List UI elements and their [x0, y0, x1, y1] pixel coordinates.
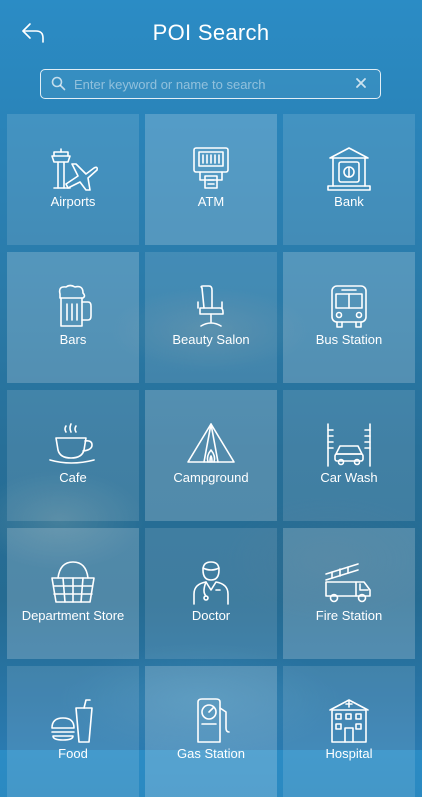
category-label: Department Store — [21, 608, 125, 623]
category-label: Bars — [59, 332, 87, 347]
category-tile-gas-station[interactable]: Gas Station — [145, 666, 277, 797]
app-header: POI Search — [0, 0, 422, 66]
category-tile-beauty-salon[interactable]: Beauty Salon — [145, 252, 277, 383]
category-tile-hospital[interactable]: Hospital — [283, 666, 415, 797]
category-label: Bus Station — [315, 332, 383, 347]
category-label: Hospital — [325, 746, 373, 761]
category-tile-food[interactable]: Food — [7, 666, 139, 797]
category-label: Doctor — [191, 608, 231, 623]
search-bar[interactable] — [40, 69, 381, 99]
close-icon[interactable] — [354, 76, 368, 90]
tent-icon — [187, 423, 235, 463]
bank-icon — [327, 147, 371, 191]
category-label: Campground — [173, 470, 249, 485]
category-label: Car Wash — [320, 470, 378, 485]
category-label: Fire Station — [315, 608, 383, 623]
category-tile-airports[interactable]: Airports — [7, 114, 139, 245]
category-tile-fire-station[interactable]: Fire Station — [283, 528, 415, 659]
salon-chair-icon — [197, 285, 224, 327]
bus-icon — [331, 285, 367, 328]
category-tile-doctor[interactable]: Doctor — [145, 528, 277, 659]
category-tile-campground[interactable]: Campground — [145, 390, 277, 521]
airport-icon — [51, 148, 98, 191]
category-label: Bank — [334, 194, 364, 209]
doctor-icon — [193, 561, 229, 605]
hospital-icon — [329, 699, 369, 743]
category-label: ATM — [197, 194, 225, 209]
fast-food-icon — [51, 699, 93, 743]
atm-icon — [193, 147, 229, 189]
category-tile-bars[interactable]: Bars — [7, 252, 139, 383]
category-tile-bank[interactable]: Bank — [283, 114, 415, 245]
coffee-cup-icon — [49, 423, 95, 464]
car-wash-icon — [327, 423, 371, 467]
back-button[interactable] — [18, 20, 48, 48]
category-label: Food — [58, 746, 88, 761]
category-tile-car-wash[interactable]: Car Wash — [283, 390, 415, 521]
fuel-pump-icon — [197, 698, 230, 743]
search-input[interactable] — [74, 72, 344, 96]
category-label: Gas Station — [177, 746, 245, 761]
page-title: POI Search — [152, 20, 270, 45]
category-label: Cafe — [59, 470, 87, 485]
fire-truck-icon — [325, 563, 371, 603]
beer-mug-icon — [58, 284, 92, 327]
category-label: Airports — [50, 194, 96, 209]
search-icon — [51, 76, 66, 91]
category-tile-department-store[interactable]: Department Store — [7, 528, 139, 659]
back-arrow-icon — [22, 23, 44, 43]
category-tile-atm[interactable]: ATM — [145, 114, 277, 245]
category-label: Beauty Salon — [172, 332, 250, 347]
category-tile-bus-station[interactable]: Bus Station — [283, 252, 415, 383]
category-tile-cafe[interactable]: Cafe — [7, 390, 139, 521]
shopping-basket-icon — [51, 561, 95, 603]
